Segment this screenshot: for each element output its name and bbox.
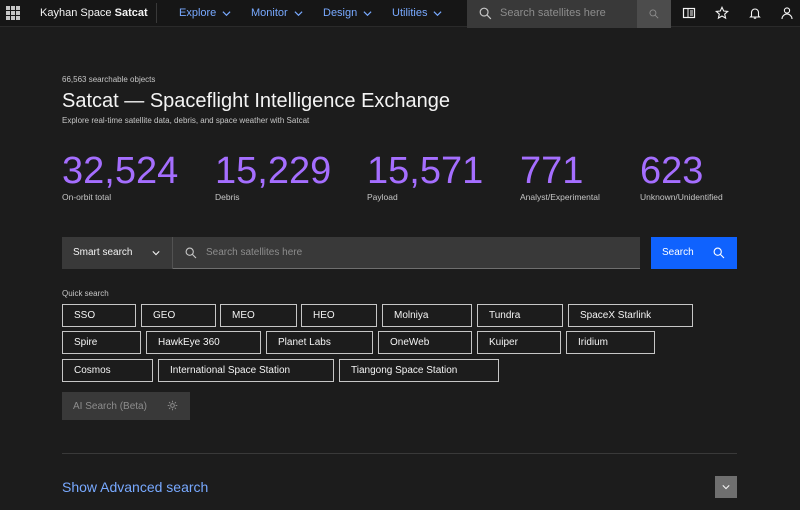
search-placeholder: Search satellites here [206, 247, 303, 258]
ai-search-button[interactable]: AI Search (Beta) [62, 392, 190, 420]
page-subtitle: Explore real-time satellite data, debris… [62, 116, 310, 125]
chevron-down-icon [152, 251, 160, 256]
search-icon [649, 9, 659, 19]
chevron-down-icon [433, 10, 442, 16]
stat-value: 32,524 [62, 150, 179, 192]
stat-label: Analyst/Experimental [520, 192, 600, 202]
quick-chip-iss[interactable]: International Space Station [158, 359, 334, 382]
page-title: Satcat — Spaceflight Intelligence Exchan… [62, 90, 451, 112]
stat-label: Unknown/Unidentified [640, 192, 723, 202]
stat-value: 15,571 [367, 150, 484, 192]
stat-value: 623 [640, 150, 704, 192]
quick-chip-meo[interactable]: MEO [220, 304, 297, 327]
quick-chip-sso[interactable]: SSO [62, 304, 136, 327]
nav-design[interactable]: Design [323, 7, 372, 19]
gear-icon [167, 400, 178, 411]
chevron-down-icon [363, 10, 372, 16]
panel-icon[interactable] [682, 6, 696, 20]
chevron-down-icon [294, 10, 303, 16]
stat-analyst: 771 Analyst/Experimental [520, 150, 600, 202]
search-mode-value: Smart search [73, 247, 133, 258]
stat-payload: 15,571 Payload [367, 150, 483, 202]
stat-label: Debris [215, 192, 240, 202]
search-icon [479, 7, 492, 20]
quick-chip-tundra[interactable]: Tundra [477, 304, 563, 327]
user-icon[interactable] [780, 6, 794, 20]
quick-chip-molniya[interactable]: Molniya [382, 304, 472, 327]
advanced-search-toggle[interactable] [715, 476, 737, 498]
nav-utilities[interactable]: Utilities [392, 7, 442, 19]
quick-chip-hawkeye[interactable]: HawkEye 360 [146, 331, 261, 354]
search-button[interactable]: Search [651, 237, 737, 269]
nav-explore-label: Explore [179, 7, 217, 19]
header-search-input[interactable]: Search satellites here [500, 7, 606, 19]
stat-label: On-orbit total [62, 192, 112, 202]
search-mode-dropdown[interactable]: Smart search [62, 237, 173, 269]
quick-chip-heo[interactable]: HEO [301, 304, 377, 327]
bell-icon[interactable] [748, 6, 762, 20]
ai-search-label: AI Search (Beta) [73, 401, 147, 412]
nav-design-label: Design [323, 7, 358, 19]
nav-monitor-label: Monitor [251, 7, 288, 19]
stat-value: 771 [520, 150, 584, 192]
chevron-down-icon [222, 10, 231, 16]
quick-search-label: Quick search [62, 289, 109, 298]
brand-highlight: Satcat [114, 7, 148, 19]
nav-utilities-label: Utilities [392, 7, 428, 19]
search-icon [185, 247, 197, 259]
quick-chip-starlink[interactable]: SpaceX Starlink [568, 304, 693, 327]
stat-unknown: 623 Unknown/Unidentified [640, 150, 723, 202]
nav-monitor[interactable]: Monitor [251, 7, 303, 19]
header-search-button[interactable] [637, 0, 671, 28]
header-divider [156, 3, 157, 23]
quick-chip-geo[interactable]: GEO [141, 304, 216, 327]
header-search-bar[interactable]: Search satellites here [467, 0, 671, 28]
stat-debris: 15,229 Debris [215, 150, 331, 202]
section-divider [62, 453, 737, 454]
show-advanced-search-link[interactable]: Show Advanced search [62, 479, 208, 495]
quick-chip-iridium[interactable]: Iridium [566, 331, 655, 354]
grid-logo-icon[interactable] [6, 6, 20, 20]
star-icon[interactable] [715, 6, 729, 20]
searchable-count: 66,563 searchable objects [62, 75, 156, 84]
stat-on-orbit: 32,524 On-orbit total [62, 150, 178, 202]
chevron-down-icon [722, 485, 730, 490]
stat-label: Payload [367, 192, 398, 202]
quick-chip-spire[interactable]: Spire [62, 331, 141, 354]
quick-chip-oneweb[interactable]: OneWeb [378, 331, 472, 354]
search-button-label: Search [662, 247, 694, 258]
brand-name[interactable]: Kayhan Space Satcat [40, 7, 148, 19]
satellite-search-input[interactable]: Search satellites here [173, 237, 640, 269]
search-icon [713, 247, 725, 259]
quick-chip-kuiper[interactable]: Kuiper [477, 331, 561, 354]
quick-chip-tiangong[interactable]: Tiangong Space Station [339, 359, 499, 382]
nav-explore[interactable]: Explore [179, 7, 231, 19]
quick-chip-planet-labs[interactable]: Planet Labs [266, 331, 373, 354]
quick-chip-cosmos[interactable]: Cosmos [62, 359, 153, 382]
top-header: Kayhan Space Satcat Explore Monitor Desi… [0, 0, 800, 28]
brand-prefix: Kayhan Space [40, 7, 115, 19]
stat-value: 15,229 [215, 150, 332, 192]
